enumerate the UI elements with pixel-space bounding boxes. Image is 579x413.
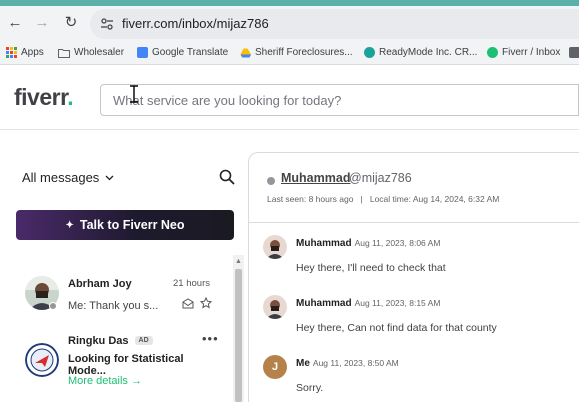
- archive-icon[interactable]: [182, 298, 194, 309]
- bookmark-icon: [569, 47, 579, 58]
- message-author: Me Aug 11, 2023, 8:50 AM: [296, 358, 399, 369]
- sparkle-icon: ✦: [65, 219, 74, 231]
- message-time: Aug 11, 2023, 8:15 AM: [354, 298, 441, 308]
- reload-icon[interactable]: ↻: [62, 14, 80, 32]
- message: J Me Aug 11, 2023, 8:50 AM Sorry.: [263, 355, 579, 413]
- conversation-preview: Me: Thank you s...: [68, 300, 159, 312]
- filter-label: All messages: [22, 170, 100, 185]
- author-name: Muhammad: [296, 238, 352, 249]
- site-settings-icon[interactable]: [100, 17, 114, 31]
- message-time: Aug 11, 2023, 8:06 AM: [354, 238, 441, 248]
- text-cursor-icon: [130, 85, 138, 103]
- conversation-name: Abrham Joy: [68, 278, 132, 290]
- star-icon[interactable]: [200, 297, 212, 309]
- scroll-up-icon[interactable]: ▲: [235, 258, 242, 265]
- chat-panel: Muhammad @mijaz786 Last seen: 8 hours ag…: [248, 152, 579, 402]
- site-header: fiverr. What service are you looking for…: [0, 66, 579, 130]
- bookmark-overflow[interactable]: [569, 47, 579, 58]
- more-details-link[interactable]: More details →: [68, 375, 142, 387]
- conversation-sidebar: All messages ✦ Talk to Fiverr Neo ▲ Abrh…: [0, 131, 246, 402]
- message-author: Muhammad Aug 11, 2023, 8:06 AM: [296, 238, 440, 249]
- bookmark-readymode[interactable]: ReadyMode Inc. CR...: [364, 47, 477, 58]
- avatar: [263, 235, 287, 259]
- readymode-icon: [364, 47, 375, 58]
- fiverr-logo[interactable]: fiverr.: [14, 84, 74, 111]
- ad-badge: AD: [134, 336, 153, 345]
- conversation-item[interactable]: Abrham Joy 21 hours Me: Thank you s...: [22, 276, 222, 336]
- message-filter-dropdown[interactable]: All messages: [22, 170, 114, 185]
- conversation-name-text: Ringku Das: [68, 335, 129, 347]
- folder-icon: [58, 48, 70, 58]
- translate-icon: [137, 47, 148, 58]
- back-icon[interactable]: ←: [6, 14, 24, 32]
- neo-button-label: Talk to Fiverr Neo: [79, 218, 185, 232]
- author-name: Me: [296, 358, 310, 369]
- conversation-time: 21 hours: [173, 278, 210, 289]
- bookmark-wholesaler[interactable]: Wholesaler: [58, 47, 124, 58]
- bookmark-label: Fiverr / Inbox: [502, 47, 561, 58]
- search-placeholder: What service are you looking for today?: [113, 93, 342, 108]
- avatar: [25, 343, 59, 377]
- contact-username: @mijaz786: [349, 171, 412, 185]
- drive-icon: [240, 48, 251, 57]
- avatar: J: [263, 355, 287, 379]
- bookmark-label: Apps: [21, 47, 44, 58]
- apps-grid-icon: [6, 47, 17, 58]
- message-time: Aug 11, 2023, 8:50 AM: [312, 358, 399, 368]
- message: Muhammad Aug 11, 2023, 8:15 AM Hey there,…: [263, 295, 579, 353]
- chevron-down-icon: [105, 175, 114, 180]
- conversation-preview: Looking for Statistical Mode...: [68, 353, 184, 377]
- window-top-strip: [0, 0, 579, 6]
- search-input[interactable]: What service are you looking for today?: [100, 84, 579, 116]
- bookmark-label: Google Translate: [152, 47, 229, 58]
- bookmark-label: Wholesaler: [74, 47, 125, 58]
- bookmark-sheriff[interactable]: Sheriff Foreclosures...: [240, 47, 353, 58]
- avatar: [263, 295, 287, 319]
- logo-dot: .: [67, 84, 74, 110]
- search-icon[interactable]: [219, 169, 235, 185]
- bookmark-label: ReadyMode Inc. CR...: [379, 47, 478, 58]
- bookmark-fiverr-inbox[interactable]: Fiverr / Inbox: [487, 47, 560, 58]
- message: Muhammad Aug 11, 2023, 8:06 AM Hey there,…: [263, 235, 579, 293]
- offline-status-dot: [267, 177, 275, 185]
- contact-name-link[interactable]: Muhammad: [281, 171, 350, 185]
- fiverr-favicon-icon: [487, 47, 498, 58]
- message-text: Hey there, Can not find data for that co…: [296, 322, 497, 334]
- message-text: Sorry.: [296, 382, 324, 394]
- offline-status-dot: [49, 302, 57, 310]
- talk-to-fiverr-neo-button[interactable]: ✦ Talk to Fiverr Neo: [16, 210, 234, 240]
- chat-header: Muhammad @mijaz786 Last seen: 8 hours ag…: [249, 153, 579, 223]
- contact-meta: Last seen: 8 hours ago | Local time: Aug…: [267, 194, 500, 204]
- browser-toolbar: ← → ↻ fiverr.com/inbox/mijaz786: [0, 0, 579, 45]
- author-name: Muhammad: [296, 298, 352, 309]
- conversation-name: Ringku Das AD: [68, 335, 153, 347]
- message-text: Hey there, I'll need to check that: [296, 262, 446, 274]
- forward-icon[interactable]: →: [33, 14, 51, 32]
- more-options-icon[interactable]: •••: [202, 331, 219, 346]
- logo-text: fiverr: [14, 84, 68, 110]
- bookmark-label: Sheriff Foreclosures...: [255, 47, 353, 58]
- bookmark-apps[interactable]: Apps: [6, 47, 44, 58]
- bookmark-google-translate[interactable]: Google Translate: [137, 47, 228, 58]
- url-text[interactable]: fiverr.com/inbox/mijaz786: [122, 16, 269, 31]
- conversation-item-ad[interactable]: Ringku Das AD ••• Looking for Statistical…: [22, 331, 222, 393]
- bookmarks-bar: Apps Wholesaler Google Translate Sheriff…: [0, 45, 579, 65]
- message-author: Muhammad Aug 11, 2023, 8:15 AM: [296, 298, 440, 309]
- scrollbar-thumb[interactable]: [235, 269, 242, 402]
- address-bar[interactable]: fiverr.com/inbox/mijaz786: [90, 9, 579, 39]
